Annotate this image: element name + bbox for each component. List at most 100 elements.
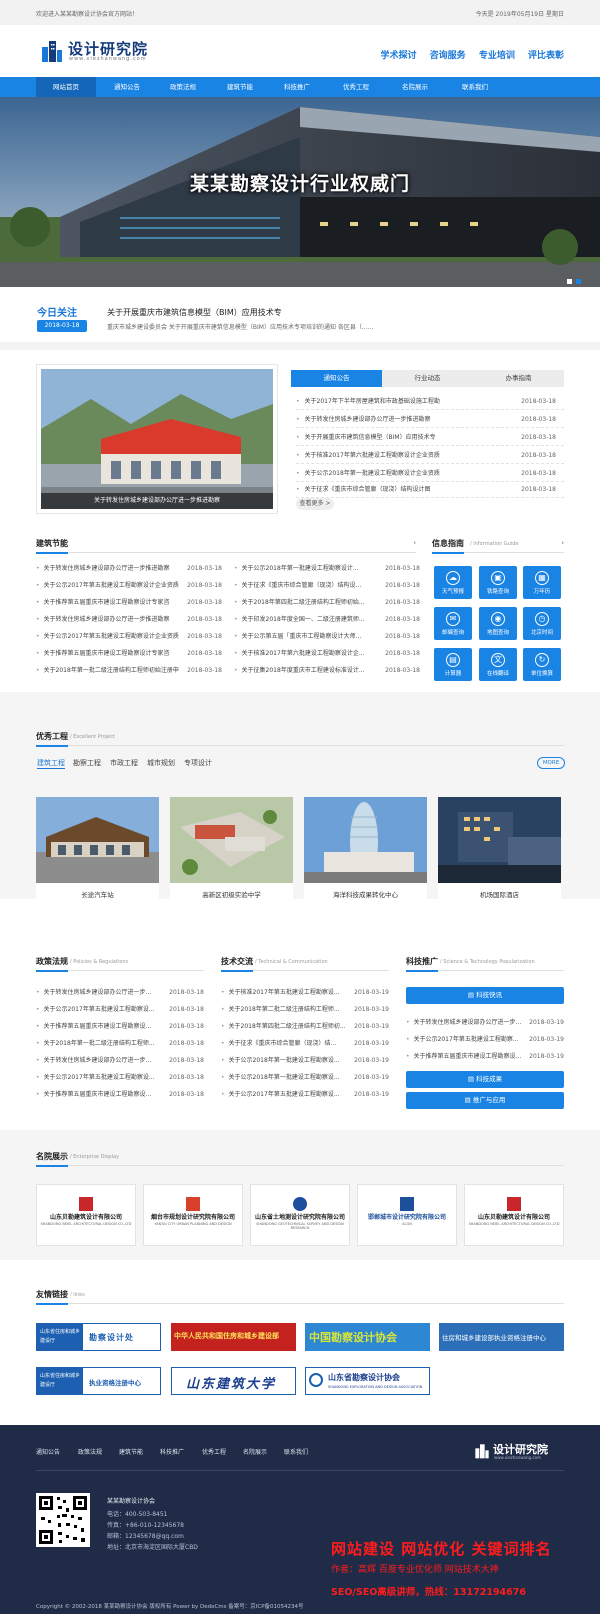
list-item[interactable]: 关于推荐第五届重庆市建设工程勘察设...2018-03-18 [36, 1018, 204, 1035]
calculator-button[interactable]: ▤ 计算器 [434, 648, 472, 681]
nav-item-policy[interactable]: 政策法规 [153, 77, 213, 97]
list-item[interactable]: 关于转发住房城乡建设部办公厅进一步...2018-03-19 [406, 1014, 564, 1031]
list-item[interactable]: 关于2018年第四批二级注册结构工程师初...2018-03-19 [221, 1018, 389, 1035]
list-item[interactable]: 关于公示2018年第一批建设工程勘察设计企业资质2018-03-18 [296, 465, 564, 482]
list-item[interactable]: 关于2018年第四批二级注册结构工程师初始...2018-03-18 [234, 594, 420, 611]
nav-item-projects[interactable]: 优秀工程 [326, 77, 386, 97]
enterprise-logo[interactable]: 山东贝勒建筑设计有限公司 SHANDONG BEIEL ARCHITECTURAL… [36, 1184, 136, 1246]
translate-button[interactable]: 文在线翻译 [479, 648, 517, 681]
list-item[interactable]: 关于公示第五届「重庆市工程勘察设计大师...2018-03-18 [234, 628, 420, 645]
tab-planning[interactable]: 城市规划 [147, 758, 175, 768]
project-card[interactable]: 机场国际酒店 [438, 797, 561, 907]
list-item[interactable]: 关于公示2017年第五批建设工程勘察设计企业资质2018-03-18 [36, 628, 222, 645]
tab-notice[interactable]: 通知公告 [291, 370, 382, 387]
list-item[interactable]: 关于推荐第五届重庆市建设工程勘察设计专家咨2018-03-18 [36, 645, 222, 662]
tab-guide[interactable]: 办事指南 [473, 370, 564, 387]
list-item[interactable]: 关于公示2018年第一批建设工程勘察设...2018-03-19 [221, 1069, 389, 1086]
train-button[interactable]: ▣ 铁路查询 [479, 566, 517, 599]
tab-survey[interactable]: 勘察工程 [73, 758, 101, 768]
arrow-icon[interactable]: › [561, 539, 564, 547]
list-item[interactable]: 关于核准2017年第六批建设工程勘察设计企业资质2018-03-18 [296, 447, 564, 464]
footer-link[interactable]: 名院展示 [243, 1447, 267, 1456]
tab-industry[interactable]: 行业动态 [382, 370, 473, 387]
list-item[interactable]: 关于公示2017年第五批建设工程勘察...2018-03-19 [406, 1031, 564, 1048]
science-result-button[interactable]: ▤ 科技成果 [406, 1071, 564, 1088]
list-item[interactable]: 关于公示2018年第一批建设工程勘察设...2018-03-19 [221, 1052, 389, 1069]
list-item[interactable]: 关于征求《重庆市综合管廊（现浇）结构设计图2018-03-18 [296, 481, 564, 498]
list-item[interactable]: 关于2018年第一批二级注册结构工程师...2018-03-18 [36, 1035, 204, 1052]
list-item[interactable]: 关于公示2017年第五批建设工程勘察设计企业资质2018-03-18 [36, 577, 222, 594]
tab-municipal[interactable]: 市政工程 [110, 758, 138, 768]
nav-item-notice[interactable]: 通知公告 [97, 77, 157, 97]
friend-link[interactable]: 中华人民共和国住房和城乡建设部 [171, 1323, 296, 1351]
postcode-button[interactable]: ✉ 邮编查询 [434, 607, 472, 640]
list-item[interactable]: 关于转发住房城乡建设部办公厅进一步推进勘察2018-03-18 [296, 411, 564, 428]
footer-link[interactable]: 政策法规 [78, 1447, 102, 1456]
enterprise-logo[interactable]: 山东贝勒建筑设计有限公司 SHANDONG BEIEL ARCHITECTURAL… [464, 1184, 564, 1246]
list-item[interactable]: 关于2017年下半年房屋建筑和市政基础设施工程勘2018-03-18 [296, 393, 564, 410]
featured-news[interactable]: 关于转发住房城乡建设部办公厅进一步推进勘察 [36, 364, 278, 514]
convert-button[interactable]: ↻ 单位换算 [523, 648, 561, 681]
clock-button[interactable]: ◷ 北京时间 [523, 607, 561, 640]
tab-building[interactable]: 建筑工程 [37, 758, 65, 769]
enterprise-logo[interactable]: 邯郸城市设计研究院有限公司 ALGN [357, 1184, 457, 1246]
list-item[interactable]: 关于征集2018年度重庆市工程建设标准设计...2018-03-18 [234, 662, 420, 679]
list-item[interactable]: 关于征求《重庆市综合管廊（现浇）结构设...2018-03-18 [234, 577, 420, 594]
header-link[interactable]: 咨询服务 [430, 51, 466, 61]
nav-item-home[interactable]: 网站首页 [36, 77, 96, 97]
footer-link[interactable]: 联系我们 [284, 1447, 308, 1456]
hero-banner[interactable]: 某某勘察设计行业权威门 [0, 97, 600, 287]
map-button[interactable]: ◉ 地图查询 [479, 607, 517, 640]
enterprise-logo[interactable]: 山东省土地测设计研究院有限公司 SHANDONG GEOTECHNICAL SUR… [250, 1184, 350, 1246]
list-item[interactable]: 关于公示2017年第五批建设工程勘察设...2018-03-18 [36, 1069, 204, 1086]
list-item[interactable]: 关于征求《重庆市综合管廊（现浇）结...2018-03-19 [221, 1035, 389, 1052]
list-item[interactable]: 关于2018年第一批二级注册结构工程师初始注册申2018-03-18 [36, 662, 222, 679]
project-card[interactable]: 长途汽车站 [36, 797, 159, 907]
today-headline[interactable]: 关于开展重庆市建筑信息模型（BIM）应用技术专 [107, 307, 282, 318]
project-card[interactable]: 高新区初级实验中学 [170, 797, 293, 907]
list-item[interactable]: 关于核准2017年第六批建设工程勘察设计企...2018-03-18 [234, 645, 420, 662]
list-item[interactable]: 关于转发住房城乡建设部办公厅进一步推进勘察2018-03-18 [36, 560, 222, 577]
footer-link[interactable]: 建筑节能 [119, 1447, 143, 1456]
science-news-button[interactable]: ▤ 科技快讯 [406, 987, 564, 1004]
more-button[interactable]: 查看更多 > [296, 498, 334, 510]
list-item[interactable]: 关于公示2018年第一批建设工程勘察设计...2018-03-18 [234, 560, 420, 577]
list-item[interactable]: 关于转发住房城乡建设部办公厅进一步...2018-03-18 [36, 984, 204, 1001]
list-item[interactable]: 关于转发住房城乡建设部办公厅进一步推进勘察2018-03-18 [36, 611, 222, 628]
nav-item-enterprise[interactable]: 名院展示 [385, 77, 445, 97]
header-link[interactable]: 专业培训 [479, 51, 515, 61]
list-item[interactable]: 关于公示2017年第五批建设工程勘察设...2018-03-18 [36, 1001, 204, 1018]
site-logo[interactable]: 设计研究院 www.xiezhanwang.com [40, 36, 160, 66]
list-item[interactable]: 关于公示2017年第五批建设工程勘察设...2018-03-19 [221, 1086, 389, 1103]
nav-item-energy[interactable]: 建筑节能 [210, 77, 270, 97]
friend-link[interactable]: 山东省住房和城乡建设厅 执业资格注册中心 [36, 1367, 161, 1395]
friend-link[interactable]: 山东省住房和城乡建设厅 勘察设计处 [36, 1323, 161, 1351]
friend-link[interactable]: 山东省勘察设计协会 SHANDONG EXPLORATION AND DESIG… [305, 1367, 430, 1395]
footer-link[interactable]: 科技推广 [160, 1447, 184, 1456]
calendar-button[interactable]: ▦ 万年历 [523, 566, 561, 599]
friend-link[interactable]: 中国勘察设计协会 [305, 1323, 430, 1351]
footer-link[interactable]: 通知公告 [36, 1447, 60, 1456]
weather-button[interactable]: ☁ 天气预报 [434, 566, 472, 599]
enterprise-logo[interactable]: 烟台市规划设计研究院有限公司 YANTAI CITY URBAN PLANNING… [143, 1184, 243, 1246]
list-item[interactable]: 关于核准2017年第五批建设工程勘察设...2018-03-19 [221, 984, 389, 1001]
list-item[interactable]: 关于2018年第二批二级注册结构工程师...2018-03-19 [221, 1001, 389, 1018]
list-item[interactable]: 关于推荐第五届重庆市建设工程勘察设计专家咨2018-03-18 [36, 594, 222, 611]
list-item[interactable]: 关于转发住房城乡建设部办公厅进一步...2018-03-18 [36, 1052, 204, 1069]
science-promotion-button[interactable]: ▤ 推广与应用 [406, 1092, 564, 1109]
header-link[interactable]: 学术探讨 [381, 51, 417, 61]
list-item[interactable]: 关于推荐第五届重庆市建设工程勘察设...2018-03-18 [36, 1086, 204, 1103]
project-card[interactable]: 海洋科技成果转化中心 [304, 797, 427, 907]
list-item[interactable]: 关于推荐第五届重庆市建设工程勘察设...2018-03-19 [406, 1048, 564, 1065]
friend-link[interactable]: 住房和城乡建设部执业资格注册中心 [439, 1323, 564, 1351]
list-item[interactable]: 关于印发2018年度全国一、二级注册建筑师...2018-03-18 [234, 611, 420, 628]
tab-special[interactable]: 专项设计 [184, 758, 212, 768]
arrow-icon[interactable]: › [413, 539, 416, 547]
friend-link[interactable]: 山东建筑大学 [171, 1367, 296, 1395]
header-link[interactable]: 评比表彰 [528, 51, 564, 61]
footer-link[interactable]: 优秀工程 [202, 1447, 226, 1456]
list-item[interactable]: 关于开展重庆市建筑信息模型（BIM）应用技术专2018-03-18 [296, 429, 564, 446]
nav-item-tech[interactable]: 科技推广 [267, 77, 327, 97]
more-button[interactable]: MORE [537, 757, 565, 769]
nav-item-contact[interactable]: 联系我们 [445, 77, 505, 97]
